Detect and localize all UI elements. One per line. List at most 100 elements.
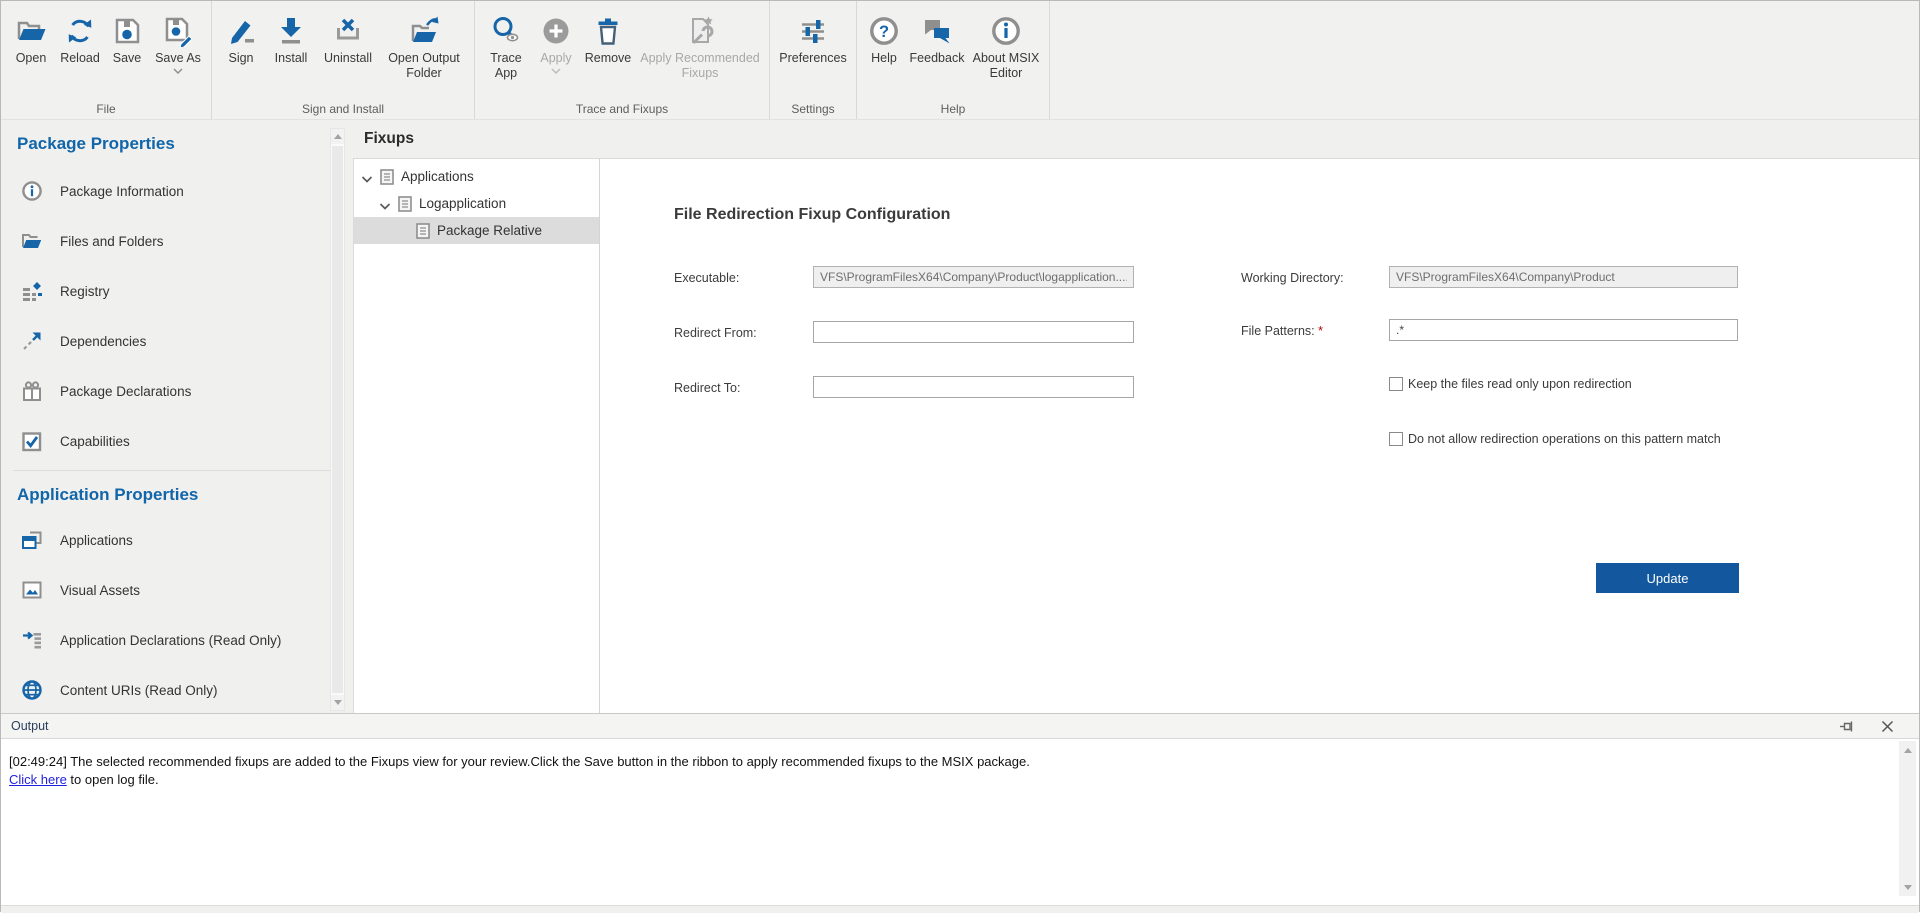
tree-item-label: Logapplication: [419, 196, 506, 211]
sidebar-item-files-and-folders[interactable]: Files and Folders: [1, 216, 353, 266]
sign-icon: [225, 11, 257, 51]
output-title: Output: [11, 719, 49, 733]
ribbon-group-file: Open Reload Save: [1, 1, 212, 119]
document-icon: [398, 196, 412, 212]
about-msix-editor-icon: [990, 11, 1022, 51]
sidebar-item-dependencies[interactable]: Dependencies: [1, 316, 353, 366]
required-asterisk: *: [1318, 324, 1323, 338]
tree-item-logapplication[interactable]: Logapplication: [354, 190, 599, 217]
reload-button[interactable]: Reload: [56, 9, 104, 74]
svg-text:?: ?: [879, 23, 889, 41]
ribbon-group-trace-fixups: Trace App Apply Remove: [475, 1, 770, 119]
sidebar-item-applications[interactable]: Applications: [1, 515, 353, 565]
content-uris-icon: [21, 679, 43, 701]
output-log: [02:49:24] The selected recommended fixu…: [1, 739, 1919, 906]
file-patterns-input[interactable]: [1389, 319, 1738, 341]
update-button[interactable]: Update: [1596, 563, 1739, 593]
sidebar-item-visual-assets[interactable]: Visual Assets: [1, 565, 353, 615]
apply-button: Apply: [532, 9, 580, 81]
remove-button[interactable]: Remove: [580, 9, 636, 81]
redirect-from-label: Redirect From:: [674, 326, 757, 340]
sign-button[interactable]: Sign: [217, 9, 265, 81]
ribbon: Open Reload Save: [1, 1, 1919, 120]
apply-recommended-fixups-button: Apply Recommended Fixups: [636, 9, 764, 81]
help-button[interactable]: ? Help: [862, 9, 906, 81]
files-and-folders-icon: [21, 230, 43, 252]
sidebar-section-application-properties: Application Properties: [17, 485, 353, 505]
log-line: [02:49:24] The selected recommended fixu…: [9, 753, 1889, 771]
help-icon: ?: [868, 11, 900, 51]
sidebar-item-application-declarations[interactable]: Application Declarations (Read Only): [1, 615, 353, 665]
document-icon: [416, 223, 430, 239]
scroll-down-button[interactable]: [331, 695, 344, 710]
output-scrollbar[interactable]: [1899, 741, 1916, 896]
log-link-suffix: to open log file.: [67, 772, 159, 787]
fixup-configuration-form: File Redirection Fixup Configuration Exe…: [600, 159, 1919, 713]
chevron-down-icon: [551, 68, 561, 74]
apply-icon: [540, 11, 572, 51]
open-log-file-link[interactable]: Click here: [9, 772, 67, 787]
about-msix-editor-button[interactable]: About MSIX Editor: [968, 9, 1044, 81]
pin-icon[interactable]: [1839, 719, 1854, 734]
open-button[interactable]: Open: [6, 9, 56, 74]
preferences-button[interactable]: Preferences: [775, 9, 851, 66]
sidebar-item-capabilities[interactable]: Capabilities: [1, 416, 353, 466]
redirect-to-input[interactable]: [813, 376, 1134, 398]
applications-icon: [21, 529, 43, 551]
application-declarations-icon: [21, 629, 43, 651]
sidebar-item-package-information[interactable]: Package Information: [1, 166, 353, 216]
sidebar-item-content-uris[interactable]: Content URIs (Read Only): [1, 665, 353, 715]
close-icon[interactable]: [1880, 719, 1895, 734]
ribbon-group-label-sign-install: Sign and Install: [212, 102, 474, 116]
fixups-tree: Applications Logapplication: [354, 159, 600, 713]
keep-read-only-checkbox[interactable]: Keep the files read only upon redirectio…: [1389, 377, 1632, 391]
sidebar-item-package-declarations[interactable]: Package Declarations: [1, 366, 353, 416]
uninstall-button[interactable]: Uninstall: [317, 9, 379, 81]
tree-item-label: Package Relative: [437, 223, 542, 238]
tree-item-applications[interactable]: Applications: [354, 163, 599, 190]
scroll-up-button[interactable]: [1899, 742, 1916, 758]
scroll-down-button[interactable]: [1899, 879, 1916, 895]
ribbon-group-settings: Preferences Settings: [770, 1, 857, 119]
capabilities-icon: [21, 430, 43, 452]
sidebar-item-registry[interactable]: Registry: [1, 266, 353, 316]
panel-title: Fixups: [353, 120, 1919, 159]
trace-app-button[interactable]: Trace App: [480, 9, 532, 81]
redirect-to-label: Redirect To:: [674, 381, 740, 395]
chevron-down-icon[interactable]: [379, 199, 391, 208]
main-panel: Fixups Applications: [353, 120, 1919, 713]
tree-item-package-relative[interactable]: Package Relative: [354, 217, 599, 244]
executable-input: [813, 266, 1134, 288]
uninstall-icon: [332, 11, 364, 51]
form-title: File Redirection Fixup Configuration: [674, 206, 950, 224]
ribbon-group-label-help: Help: [857, 102, 1049, 116]
sidebar-scrollbar[interactable]: [330, 128, 345, 711]
open-output-folder-icon: [408, 11, 440, 51]
redirect-from-input[interactable]: [813, 321, 1134, 343]
feedback-button[interactable]: Feedback: [906, 9, 968, 81]
log-line: Click here to open log file.: [9, 771, 1889, 789]
open-icon: [15, 11, 47, 51]
scroll-up-button[interactable]: [331, 129, 344, 144]
file-patterns-label: File Patterns: *: [1241, 324, 1323, 338]
dependencies-icon: [21, 330, 43, 352]
ribbon-group-label-file: File: [1, 102, 211, 116]
chevron-down-icon[interactable]: [361, 172, 373, 181]
install-icon: [275, 11, 307, 51]
sidebar-section-package-properties: Package Properties: [17, 134, 353, 154]
working-directory-label: Working Directory:: [1241, 271, 1344, 285]
package-declarations-icon: [21, 380, 43, 402]
msix-editor-window: Open Reload Save: [0, 0, 1920, 912]
package-information-icon: [21, 180, 43, 202]
visual-assets-icon: [21, 579, 43, 601]
install-button[interactable]: Install: [265, 9, 317, 81]
save-as-button[interactable]: Save As: [150, 9, 206, 74]
executable-label: Executable:: [674, 271, 739, 285]
document-icon: [380, 169, 394, 185]
apply-recommended-fixups-icon: [684, 11, 716, 51]
open-output-folder-button[interactable]: Open Output Folder: [379, 9, 469, 81]
scrollbar-thumb[interactable]: [332, 146, 343, 693]
trace-app-icon: [490, 11, 522, 51]
no-redirection-on-match-checkbox[interactable]: Do not allow redirection operations on t…: [1389, 432, 1721, 446]
save-button[interactable]: Save: [104, 9, 150, 74]
